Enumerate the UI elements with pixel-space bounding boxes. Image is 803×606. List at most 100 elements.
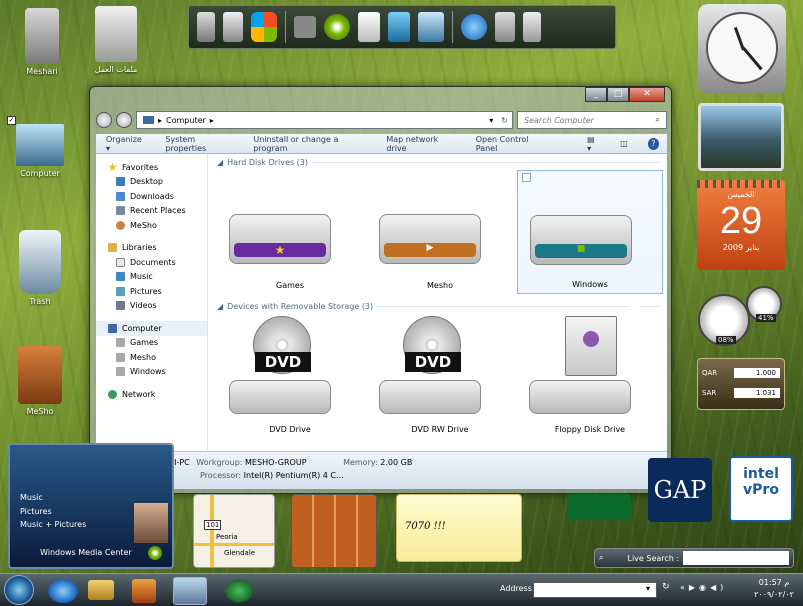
picture-icon[interactable] xyxy=(418,12,444,42)
nav-pictures[interactable]: Pictures xyxy=(96,284,207,299)
calendar-gadget[interactable]: الخميس 29 يناير 2009 xyxy=(697,180,785,270)
address-path[interactable]: Computer xyxy=(166,116,206,125)
desktop-icon-trash[interactable]: Trash xyxy=(10,230,70,306)
tower-icon[interactable] xyxy=(223,12,243,42)
minimize-button[interactable]: _ xyxy=(585,87,607,102)
desktop-icon-meshari[interactable]: Meshari xyxy=(12,8,72,76)
forward-button[interactable] xyxy=(116,112,132,128)
dvd-drive[interactable]: DVD DVD Drive xyxy=(217,314,363,438)
music-icon[interactable] xyxy=(388,12,410,42)
hard-drive-icon: ★ xyxy=(229,214,331,264)
open-control-panel-button[interactable]: Open Control Panel xyxy=(476,135,547,153)
pictures-icon xyxy=(116,286,125,296)
organize-button[interactable]: Organize ▾ xyxy=(106,135,145,153)
nav-videos[interactable]: Videos xyxy=(96,299,207,314)
media-item-music[interactable]: Music xyxy=(20,491,86,505)
map-route-badge: 101 xyxy=(204,520,222,530)
live-search-input[interactable] xyxy=(683,551,789,565)
slideshow-gadget[interactable] xyxy=(698,103,784,171)
go-icon[interactable]: ↻ xyxy=(662,582,670,592)
chevron-down-icon[interactable]: ▾ xyxy=(646,584,650,593)
nav-mesho-drive[interactable]: Mesho xyxy=(96,350,207,365)
currency-gadget[interactable]: QAR 1.000 SAR 1.031 xyxy=(697,358,785,410)
nav-games-drive[interactable]: Games xyxy=(96,336,207,351)
live-search-gadget[interactable]: ⌕ Live Search : xyxy=(594,548,794,568)
collapse-icon[interactable]: ◢ xyxy=(217,158,223,167)
taskbar-messenger[interactable] xyxy=(222,577,256,605)
taskbar: Address ▾ ↻ «▶◉◀) 01:57 م ٢٠٠٩/٠٢/٠٢ xyxy=(0,573,803,606)
drive-games[interactable]: ★ Games xyxy=(217,170,363,294)
note-text[interactable]: 7070 !!! xyxy=(405,521,446,532)
nav-recent-places[interactable]: Recent Places xyxy=(96,204,207,219)
nav-mesho[interactable]: MeSho xyxy=(96,218,207,233)
document-icon[interactable] xyxy=(358,12,380,42)
media-item-music-pictures[interactable]: Music + Pictures xyxy=(20,518,86,532)
chevron-down-icon[interactable]: ▾ xyxy=(489,116,497,125)
details-pane: MESHARI-PC Workgroup: MESHO-GROUP Memory… xyxy=(96,451,667,489)
desktop-icon-computer[interactable]: Computer xyxy=(10,124,70,178)
drive-windows[interactable]: ■ Windows xyxy=(517,170,663,294)
cpu-value: 08% xyxy=(716,336,736,344)
help-icon[interactable]: ? xyxy=(647,137,659,150)
nav-network[interactable]: Network xyxy=(96,387,207,402)
clock-gadget[interactable] xyxy=(698,4,786,94)
windows-orb-icon[interactable] xyxy=(324,14,350,40)
dropdown-icon[interactable] xyxy=(294,16,316,38)
removable-list: DVD DVD Drive DVD DVD RW Drive Floppy Di… xyxy=(209,314,667,442)
search-input[interactable]: Search Computer ⌕ xyxy=(517,111,667,129)
collapse-icon[interactable]: ◢ xyxy=(217,302,223,311)
nav-music[interactable]: Music xyxy=(96,270,207,285)
uninstall-program-button[interactable]: Uninstall or change a program xyxy=(253,135,366,153)
address-bar[interactable]: ▸ Computer ▸ ▾ ↻ xyxy=(136,111,513,129)
floppy-drive[interactable]: Floppy Disk Drive xyxy=(517,314,663,438)
dvd-rw-drive[interactable]: DVD DVD RW Drive xyxy=(367,314,513,438)
processor-value: Intel(R) Pentium(R) 4 C... xyxy=(243,471,344,480)
nav-computer[interactable]: Computer xyxy=(96,321,207,336)
checkbox-icon[interactable]: ✓ xyxy=(7,116,16,125)
currency-value[interactable]: 1.000 xyxy=(734,368,780,378)
internet-explorer-icon[interactable] xyxy=(461,14,487,40)
notes-gadget[interactable]: 7070 !!! xyxy=(396,494,522,562)
close-button[interactable]: ✕ xyxy=(629,87,665,102)
drive-mesho[interactable]: ▶ Mesho xyxy=(367,170,513,294)
desktop-icon-work-files[interactable]: ملفات العمل xyxy=(86,6,146,74)
system-properties-button[interactable]: System properties xyxy=(165,135,233,153)
nav-windows-drive[interactable]: Windows xyxy=(96,365,207,380)
views-icon[interactable]: ▤ ▾ xyxy=(587,135,600,153)
gadget-icon[interactable] xyxy=(495,12,515,42)
currency-value[interactable]: 1.031 xyxy=(734,388,780,398)
processor-label: Processor: xyxy=(200,471,242,480)
nav-favorites[interactable]: Favorites xyxy=(96,160,207,175)
taskbar-media-player[interactable] xyxy=(132,579,156,603)
section-header-removable[interactable]: ◢ Devices with Removable Storage (3) xyxy=(209,298,667,314)
usb-icon[interactable] xyxy=(523,12,541,42)
media-item-pictures[interactable]: Pictures xyxy=(20,505,86,519)
windows-flag-icon[interactable] xyxy=(251,12,277,42)
preview-pane-icon[interactable]: ◫ xyxy=(620,139,628,148)
nav-desktop[interactable]: Desktop xyxy=(96,175,207,190)
start-button[interactable] xyxy=(4,575,34,605)
media-center-gadget[interactable]: Music Pictures Music + Pictures Windows … xyxy=(8,443,174,569)
system-tray-icons[interactable]: «▶◉◀) xyxy=(680,583,727,592)
calendar-rings xyxy=(697,180,785,188)
taskbar-search-window[interactable] xyxy=(173,577,207,605)
desktop-icon-mesho[interactable]: MeSho xyxy=(10,346,70,416)
nav-libraries[interactable]: Libraries xyxy=(96,241,207,256)
refresh-icon[interactable]: ↻ xyxy=(501,116,512,125)
map-gadget[interactable]: 101 Peoria Glendale xyxy=(193,494,275,568)
taskbar-address-input[interactable] xyxy=(533,582,657,598)
taskbar-explorer[interactable] xyxy=(88,580,114,600)
map-network-drive-button[interactable]: Map network drive xyxy=(386,135,455,153)
picture-puzzle-gadget[interactable] xyxy=(291,494,377,568)
taskbar-internet-explorer[interactable] xyxy=(46,577,80,605)
maximize-button[interactable]: □ xyxy=(607,87,629,102)
phone-icon[interactable] xyxy=(197,12,215,42)
search-icon[interactable]: ⌕ xyxy=(656,115,660,125)
selection-checkbox[interactable] xyxy=(522,173,531,182)
taskbar-clock[interactable]: 01:57 م ٢٠٠٩/٠٢/٠٢ xyxy=(751,577,797,601)
section-header-hard-disks[interactable]: ◢ Hard Disk Drives (3) xyxy=(209,154,667,170)
back-button[interactable] xyxy=(96,112,112,128)
nav-documents[interactable]: Documents xyxy=(96,255,207,270)
cpu-meter-gadget[interactable]: 08% 41% xyxy=(698,286,786,348)
nav-downloads[interactable]: Downloads xyxy=(96,189,207,204)
